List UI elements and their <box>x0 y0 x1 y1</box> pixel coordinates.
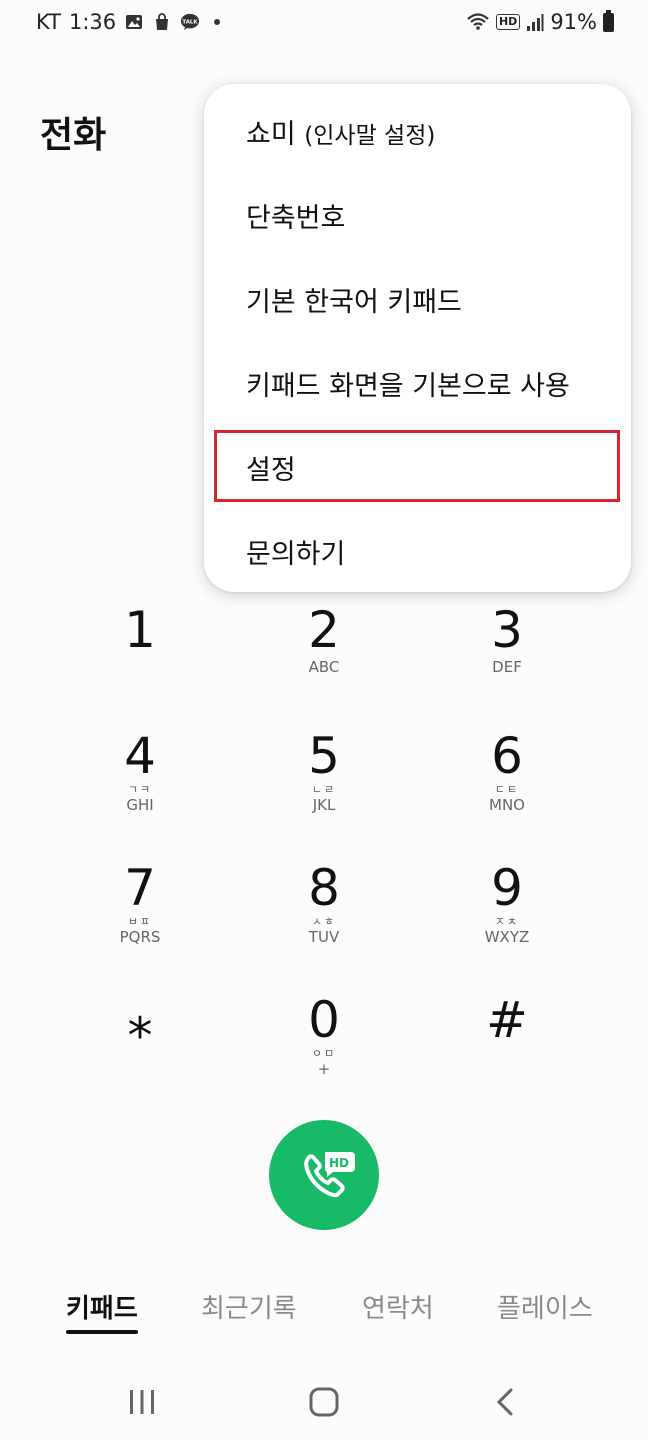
key-digit: 1 <box>124 601 156 659</box>
back-icon[interactable] <box>486 1382 526 1422</box>
wifi-icon <box>467 13 489 30</box>
key-star[interactable]: ⁎ <box>70 992 210 1102</box>
key-digit: 7 <box>124 859 156 917</box>
volte-hd-badge: HD <box>495 14 521 30</box>
key-digit: # <box>486 991 528 1049</box>
phone-hd-icon: HD <box>304 1152 355 1198</box>
key-hangul: ㄷㅌ <box>494 783 520 796</box>
status-bar: KT 1:36 TALK HD 91% <box>0 0 648 48</box>
key-digit: 8 <box>308 859 340 917</box>
menu-item-keypad-default[interactable]: 키패드 화면을 기본으로 사용 <box>204 340 631 424</box>
tab-keypad[interactable]: 키패드 <box>66 1288 138 1325</box>
key-7[interactable]: 7 ㅂㅍ PQRS <box>70 860 210 970</box>
key-letters: ABC <box>308 658 340 676</box>
key-digit: 5 <box>308 727 340 785</box>
status-left: KT 1:36 TALK <box>36 10 221 34</box>
status-right: HD 91% <box>466 9 614 34</box>
key-hangul: ㅇㅁ <box>311 1047 337 1060</box>
key-digit: 3 <box>491 601 523 659</box>
menu-item-label: 단축번호 <box>246 203 346 234</box>
gallery-icon <box>126 15 143 29</box>
notification-dot <box>214 19 221 25</box>
menu-item-label: 키패드 화면을 기본으로 사용 <box>246 371 570 402</box>
bottom-tabs: 키패드 최근기록 연락처 플레이스 <box>0 1288 648 1338</box>
key-digit: ⁎ <box>127 991 153 1049</box>
hd-call-button[interactable]: HD <box>269 1120 379 1230</box>
overflow-menu: 쇼미 (인사말 설정) 단축번호 기본 한국어 키패드 키패드 화면을 기본으로… <box>204 84 631 592</box>
tab-recents[interactable]: 최근기록 <box>201 1288 297 1325</box>
menu-item-showme[interactable]: 쇼미 (인사말 설정) <box>204 88 631 172</box>
signal-icon <box>527 14 544 31</box>
key-letters: DEF <box>492 658 522 676</box>
menu-item-label: 설정 <box>246 455 296 486</box>
menu-item-settings[interactable]: 설정 <box>204 430 631 514</box>
recent-apps-icon[interactable] <box>122 1382 162 1422</box>
key-6[interactable]: 6 ㄷㅌ MNO <box>437 728 577 838</box>
key-letters: GHI <box>126 796 154 814</box>
menu-item-label: 기본 한국어 키패드 <box>246 287 462 318</box>
key-hangul: ㅈㅊ <box>494 915 520 928</box>
key-digit: 4 <box>124 727 156 785</box>
menu-item-label: 문의하기 <box>246 539 346 570</box>
active-tab-indicator <box>66 1330 138 1334</box>
key-8[interactable]: 8 ㅅㅎ TUV <box>254 860 394 970</box>
key-4[interactable]: 4 ㄱㅋ GHI <box>70 728 210 838</box>
key-letters: PQRS <box>119 928 161 946</box>
key-hangul: ㄴㄹ <box>311 783 337 796</box>
key-letters: JKL <box>312 796 336 814</box>
key-3[interactable]: 3 DEF <box>437 602 577 712</box>
key-letters: + <box>317 1060 331 1078</box>
menu-item-speed-dial[interactable]: 단축번호 <box>204 172 631 256</box>
menu-item-korean-keypad[interactable]: 기본 한국어 키패드 <box>204 256 631 340</box>
key-digit: 0 <box>308 991 340 1049</box>
page-title: 전화 <box>40 115 107 156</box>
menu-item-sublabel: (인사말 설정) <box>304 123 436 149</box>
key-5[interactable]: 5 ㄴㄹ JKL <box>254 728 394 838</box>
hd-badge-text: HD <box>329 1156 349 1170</box>
menu-item-contact-us[interactable]: 문의하기 <box>204 508 631 592</box>
system-nav-bar <box>0 1370 648 1430</box>
key-9[interactable]: 9 ㅈㅊ WXYZ <box>437 860 577 970</box>
battery-percent: 91% <box>550 10 597 34</box>
kakaotalk-icon: TALK <box>181 13 200 31</box>
carrier-label: KT <box>36 10 61 34</box>
key-letters: WXYZ <box>484 928 530 946</box>
tab-places[interactable]: 플레이스 <box>497 1288 593 1325</box>
shopping-bag-icon <box>156 13 169 30</box>
key-letters: TUV <box>308 928 340 946</box>
key-hangul: ㅅㅎ <box>311 915 337 928</box>
home-icon[interactable] <box>304 1382 344 1422</box>
tab-contacts[interactable]: 연락처 <box>362 1288 434 1325</box>
key-hangul: ㄱㅋ <box>127 783 153 796</box>
key-hash[interactable]: # <box>437 992 577 1102</box>
battery-icon <box>603 9 614 32</box>
key-2[interactable]: 2 ABC <box>254 602 394 712</box>
key-digit: 2 <box>308 601 340 659</box>
clock: 1:36 <box>68 10 117 34</box>
menu-item-label: 쇼미 <box>246 119 296 150</box>
key-hangul: ㅂㅍ <box>127 915 153 928</box>
talk-badge-text: TALK <box>183 19 199 25</box>
key-1[interactable]: 1 <box>70 602 210 712</box>
key-letters: MNO <box>489 796 525 814</box>
key-digit: 6 <box>491 727 523 785</box>
key-digit: 9 <box>491 859 523 917</box>
key-0[interactable]: 0 ㅇㅁ + <box>254 992 394 1102</box>
